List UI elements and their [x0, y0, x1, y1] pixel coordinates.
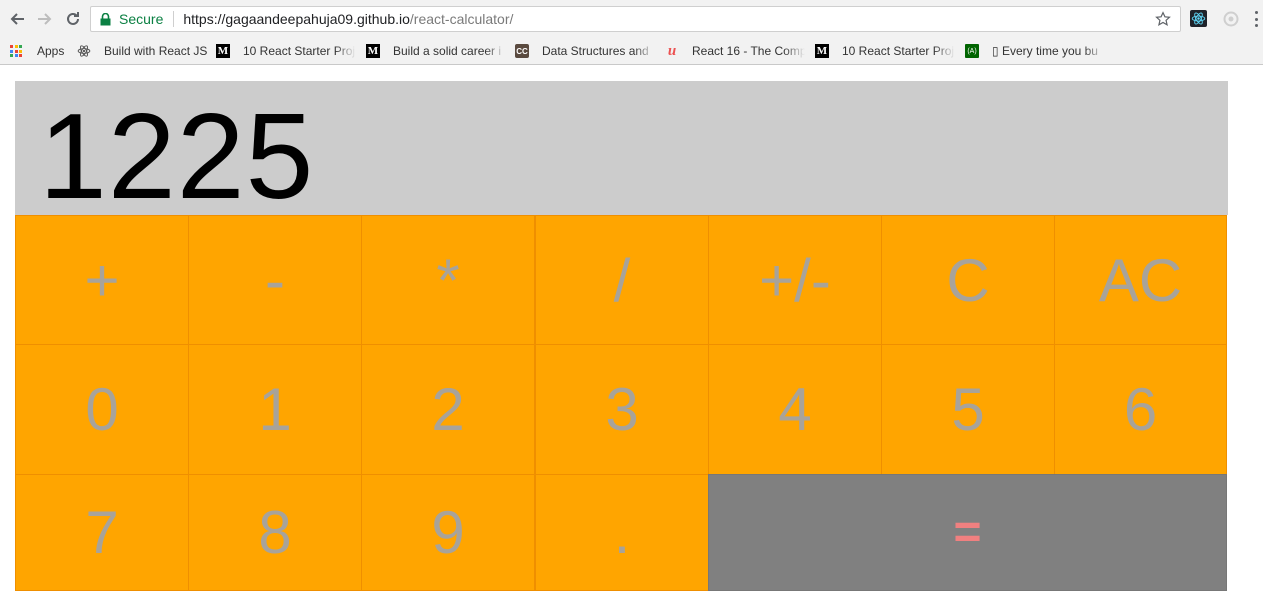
- digit-8-button[interactable]: 8: [188, 474, 362, 591]
- bookmark-solid-career[interactable]: M Build a solid career i: [366, 41, 506, 61]
- address-bar[interactable]: Secure https://gagaandeepahuja09.github.…: [90, 6, 1181, 32]
- secure-label: Secure: [119, 11, 164, 27]
- react-atom-icon: [77, 44, 91, 58]
- calculator-keypad: + - * / +/- C AC 0 1 2 3 4 5 6 7 8 9 . =: [15, 215, 1227, 591]
- plus-button[interactable]: +: [15, 215, 189, 345]
- bookmark-build-with-react[interactable]: Build with React JS: [77, 41, 212, 61]
- digit-6-button[interactable]: 6: [1054, 344, 1227, 475]
- medium-icon: M: [815, 44, 829, 58]
- all-clear-button[interactable]: AC: [1054, 215, 1227, 345]
- bookmark-label: Data Structures and: [542, 44, 649, 58]
- calculator-display: 1225: [15, 81, 1228, 224]
- green-site-icon: (A): [965, 44, 979, 58]
- omnibox-divider: [173, 11, 175, 27]
- digit-5-button[interactable]: 5: [881, 344, 1055, 475]
- divide-button[interactable]: /: [535, 215, 709, 345]
- bookmark-data-structures[interactable]: CC Data Structures and: [515, 41, 655, 61]
- digit-0-button[interactable]: 0: [15, 344, 189, 475]
- url-host: https://gagaandeepahuja09.github.io: [183, 11, 410, 27]
- decimal-button[interactable]: .: [535, 474, 709, 591]
- bookmark-star-icon[interactable]: [1154, 10, 1172, 28]
- bookmark-label: Build a solid career i: [393, 44, 502, 58]
- minus-button[interactable]: -: [188, 215, 362, 345]
- display-value: 1225: [39, 88, 315, 224]
- digit-3-button[interactable]: 3: [535, 344, 709, 475]
- back-arrow-icon[interactable]: [7, 9, 27, 29]
- bookmark-react-starter-1[interactable]: M 10 React Starter Proj: [216, 41, 356, 61]
- cc-icon: CC: [515, 44, 529, 58]
- url-path: /react-calculator/: [409, 11, 514, 27]
- forward-arrow-icon[interactable]: [35, 9, 55, 29]
- bookmark-label: 10 React Starter Proj: [842, 44, 955, 58]
- apps-grid-icon: [10, 45, 22, 57]
- digit-1-button[interactable]: 1: [188, 344, 362, 475]
- bookmarks-bar: Apps Build with React JS M 10 React Star…: [0, 38, 1263, 65]
- bookmark-label: Apps: [37, 44, 65, 58]
- clear-button[interactable]: C: [881, 215, 1055, 345]
- multiply-button[interactable]: *: [361, 215, 535, 345]
- bookmark-react-16[interactable]: u React 16 - The Comp: [665, 41, 805, 61]
- digit-7-button[interactable]: 7: [15, 474, 189, 591]
- bookmark-label: React 16 - The Comp: [692, 44, 805, 58]
- react-devtools-extension-icon[interactable]: [1190, 10, 1207, 27]
- medium-icon: M: [366, 44, 380, 58]
- bookmark-every-time[interactable]: (A) ▯ Every time you bu: [965, 41, 1105, 61]
- bookmark-react-starter-2[interactable]: M 10 React Starter Proj: [815, 41, 955, 61]
- extension-gray-icon[interactable]: [1222, 10, 1239, 27]
- browser-toolbar: Secure https://gagaandeepahuja09.github.…: [0, 0, 1263, 38]
- bookmark-label: ▯ Every time you bu: [992, 44, 1098, 58]
- reload-icon[interactable]: [63, 9, 83, 29]
- digit-9-button[interactable]: 9: [361, 474, 535, 591]
- udemy-icon: u: [667, 42, 677, 59]
- bookmark-label: Build with React JS: [104, 44, 208, 58]
- bookmark-label: 10 React Starter Proj: [243, 44, 356, 58]
- sign-toggle-button[interactable]: +/-: [708, 215, 882, 345]
- digit-2-button[interactable]: 2: [361, 344, 535, 475]
- browser-menu-icon[interactable]: [1253, 11, 1259, 27]
- digit-4-button[interactable]: 4: [708, 344, 882, 475]
- bookmark-apps[interactable]: Apps: [10, 41, 64, 61]
- equals-button[interactable]: =: [708, 474, 1227, 591]
- lock-icon: [100, 12, 112, 26]
- medium-icon: M: [216, 44, 230, 58]
